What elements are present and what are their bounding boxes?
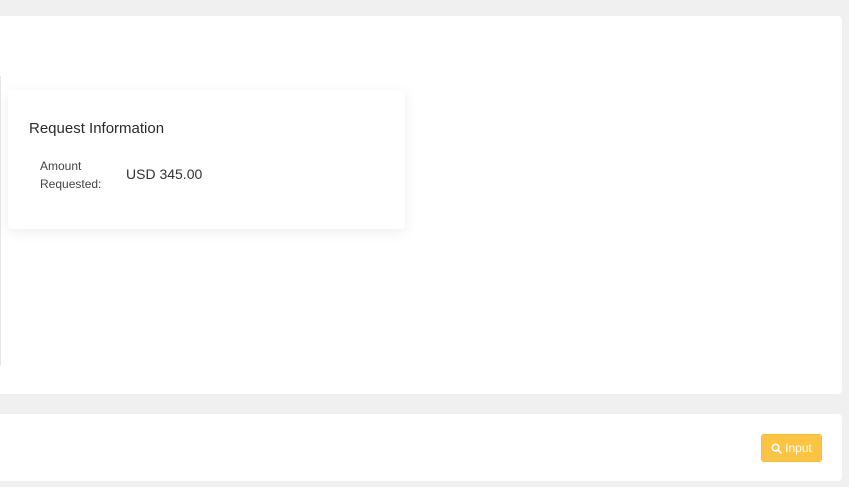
card-title: Request Information [29, 120, 165, 137]
request-information-card: Request Information Amount Requested: US… [8, 90, 405, 229]
footer-action-bar: Input [0, 414, 842, 481]
input-button[interactable]: Input [761, 434, 822, 462]
search-icon [771, 442, 783, 454]
panel-divider [0, 76, 1, 366]
amount-requested-label: Amount Requested: [40, 159, 102, 191]
main-panel: Request Information Amount Requested: US… [0, 16, 842, 394]
amount-requested-value: USD 345.00 [126, 166, 203, 182]
input-button-label: Input [785, 441, 812, 455]
